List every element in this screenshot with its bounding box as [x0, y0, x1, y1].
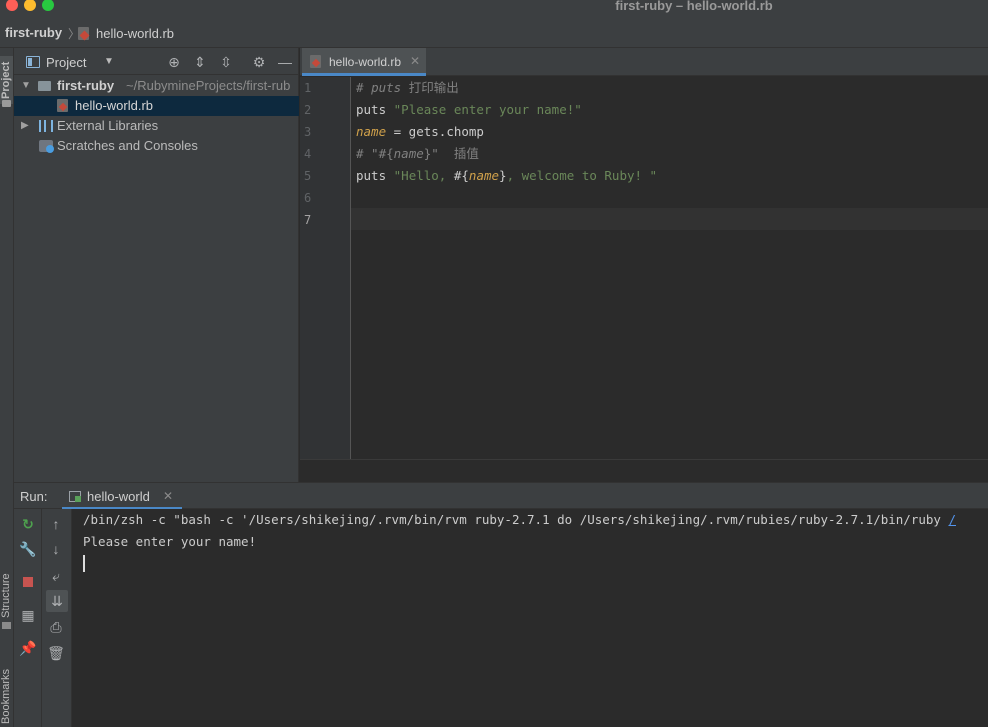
tree-item-label: hello-world.rb: [75, 98, 154, 113]
tree-item-hello-world-rb[interactable]: hello-world.rb: [14, 96, 299, 116]
console-output-line: Please enter your name!: [83, 534, 257, 549]
breadcrumb-file[interactable]: hello-world.rb: [96, 26, 174, 41]
title-bar: first-ruby – hello-world.rb: [0, 0, 988, 14]
close-icon[interactable]: ✕: [410, 54, 420, 68]
tree-item-label: External Libraries: [57, 118, 159, 133]
arrow-up-icon[interactable]: ↑: [42, 513, 70, 535]
run-toolbar-secondary: ↑ ↓ ⤶ ⇊ ⎙ 🗑: [42, 509, 72, 727]
tree-item-scratches[interactable]: Scratches and Consoles: [14, 136, 299, 156]
run-toolbar-primary: ↻ 🔧 ▦ 📌: [14, 509, 42, 727]
folder-icon: [38, 81, 51, 91]
trash-icon[interactable]: 🗑: [42, 642, 70, 664]
stop-icon[interactable]: [14, 570, 42, 592]
tree-item-external-libraries[interactable]: ▶ External Libraries: [14, 116, 299, 136]
line-number-current: 7: [304, 213, 312, 227]
bookmarks-tool-tab[interactable]: Bookmarks: [0, 658, 12, 724]
ruby-file-icon: [57, 99, 68, 112]
window-title: first-ruby – hello-world.rb: [615, 0, 773, 13]
run-console[interactable]: /bin/zsh -c "bash -c '/Users/shikejing/.…: [72, 509, 988, 727]
project-tool-tab[interactable]: Project: [0, 56, 13, 104]
project-view-icon: [26, 56, 40, 68]
structure-tool-tab[interactable]: Structure: [0, 568, 12, 618]
navigation-bar: first-ruby 〉 hello-world.rb: [0, 14, 988, 48]
code-line-5[interactable]: puts "Hello, #{name}, welcome to Ruby! ": [356, 165, 657, 187]
ruby-file-icon: [78, 27, 89, 40]
locate-file-icon[interactable]: ⊕: [165, 53, 183, 71]
tab-label: hello-world.rb: [329, 55, 402, 69]
console-command-line: /bin/zsh -c "bash -c '/Users/shikejing/.…: [83, 512, 956, 527]
ruby-file-icon: [310, 55, 321, 68]
tab-hello-world-rb[interactable]: hello-world.rb ✕: [302, 48, 426, 76]
tree-item-label: Scratches and Consoles: [57, 138, 198, 153]
arrow-down-icon[interactable]: ↓: [42, 538, 70, 560]
code-line-3[interactable]: name = gets.chomp: [356, 121, 484, 143]
hide-panel-icon[interactable]: —: [276, 53, 294, 71]
chevron-down-icon[interactable]: ▼: [21, 76, 31, 96]
folder-icon: [2, 100, 11, 107]
code-line-4[interactable]: # "#{name}" 插值: [356, 143, 479, 165]
wrench-icon[interactable]: 🔧: [14, 538, 42, 560]
project-panel-header: Project ▼ ⊕ ⇕ ⇳ ⚙ —: [14, 48, 299, 75]
tab-run-hello-world[interactable]: hello-world ✕: [62, 483, 182, 510]
editor-tab-bar: hello-world.rb ✕: [300, 48, 988, 76]
tree-item-path: ~/RubymineProjects/first-rub: [126, 78, 291, 93]
expand-all-icon[interactable]: ⇕: [191, 53, 209, 71]
tree-item-label: first-ruby: [57, 78, 115, 93]
line-number: 4: [304, 147, 312, 161]
structure-icon: [2, 622, 11, 629]
run-panel-label: Run:: [20, 489, 48, 504]
scroll-to-end-icon[interactable]: ⇊: [46, 590, 68, 612]
line-number: 3: [304, 125, 312, 139]
gear-icon[interactable]: ⚙: [250, 53, 268, 71]
run-panel-header: Run: hello-world ✕: [14, 482, 988, 510]
line-number: 6: [304, 191, 312, 205]
project-panel: Project ▼ ⊕ ⇕ ⇳ ⚙ — ▼ first-ruby ~/Rubym…: [14, 48, 299, 482]
line-number: 5: [304, 169, 312, 183]
tree-item-first-ruby[interactable]: ▼ first-ruby ~/RubymineProjects/first-ru…: [14, 76, 299, 96]
console-input-caret[interactable]: [83, 555, 85, 572]
line-number: 2: [304, 103, 312, 117]
pin-icon[interactable]: 📌: [14, 637, 42, 659]
collapse-all-icon[interactable]: ⇳: [217, 53, 235, 71]
current-line-highlight: [351, 208, 988, 230]
library-icon: [39, 120, 53, 132]
print-icon[interactable]: ⎙: [42, 616, 70, 638]
left-tool-strip: Project Structure Bookmarks: [0, 48, 14, 727]
code-editor[interactable]: # puts 打印输出 puts "Please enter your name…: [351, 77, 988, 459]
console-path-link[interactable]: /: [948, 512, 956, 527]
soft-wrap-icon[interactable]: ⤶: [42, 565, 70, 587]
line-number: 1: [304, 81, 312, 95]
run-tab-label: hello-world: [87, 489, 150, 504]
run-config-icon: [69, 491, 81, 502]
close-icon[interactable]: ✕: [163, 489, 173, 503]
chevron-down-icon[interactable]: ▼: [104, 56, 114, 67]
chevron-right-icon[interactable]: ▶: [21, 116, 29, 136]
code-line-2[interactable]: puts "Please enter your name!": [356, 99, 582, 121]
breadcrumb-project[interactable]: first-ruby: [5, 25, 62, 40]
code-line-1[interactable]: # puts 打印输出: [356, 77, 459, 99]
project-view-selector[interactable]: Project: [46, 55, 86, 70]
line-number-gutter: 1 2 3 4 5 6 7: [300, 77, 351, 459]
layout-icon[interactable]: ▦: [14, 604, 42, 626]
editor-horizontal-scrollbar[interactable]: [300, 459, 988, 482]
scratches-icon: [39, 140, 54, 153]
rerun-icon[interactable]: ↻: [14, 513, 42, 535]
